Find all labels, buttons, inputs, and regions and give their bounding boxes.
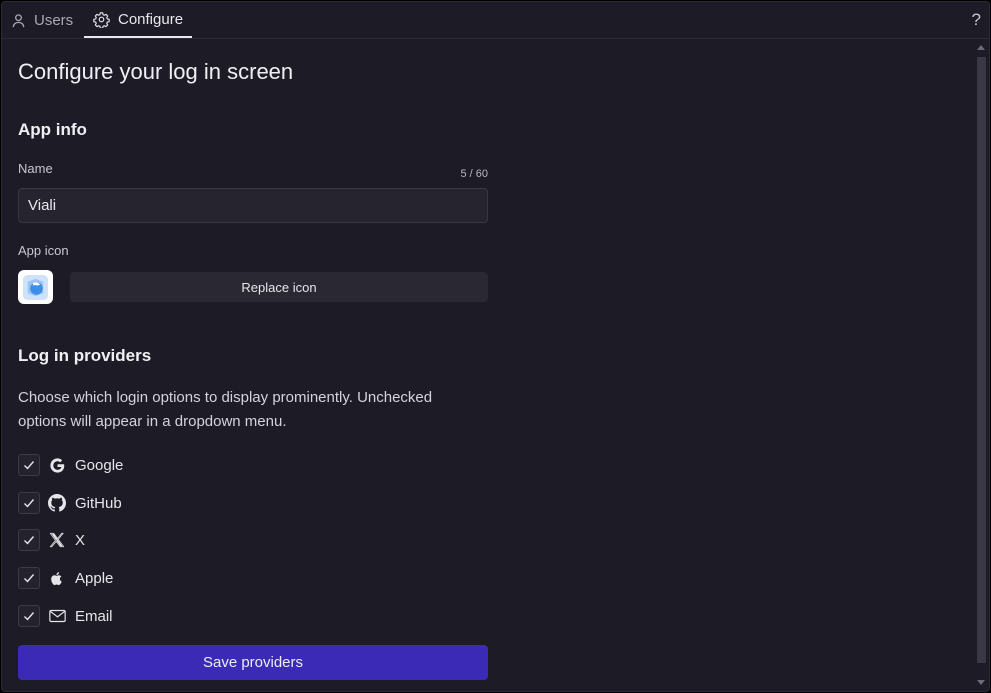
email-checkbox[interactable] [18,605,40,627]
check-icon [24,536,35,545]
save-providers-button[interactable]: Save providers [18,645,488,680]
scrollbar[interactable] [975,39,987,691]
provider-row-google: Google [18,453,123,477]
app-icon-preview [18,270,53,304]
apple-icon [48,569,66,587]
app-window: Users Configure ? Configure your log in … [1,1,990,692]
tab-users[interactable]: Users [11,2,73,38]
tab-bar: Users Configure ? [2,2,989,39]
providers-description: Choose which login options to display pr… [18,389,433,430]
page-title: Configure your log in screen [18,59,294,84]
scroll-up-arrow-icon[interactable] [977,45,985,50]
apple-checkbox[interactable] [18,567,40,589]
check-icon [24,574,35,583]
app-icon-label: App icon [18,243,69,258]
app-logo-icon [22,274,49,300]
check-icon [24,499,35,508]
user-icon [11,13,26,28]
providers-heading: Log in providers [18,346,152,365]
scroll-thumb[interactable] [977,57,986,663]
name-label: Name [18,161,53,176]
google-icon [48,456,66,474]
github-checkbox[interactable] [18,492,40,514]
replace-icon-button[interactable]: Replace icon [70,272,488,302]
x-checkbox[interactable] [18,529,40,551]
github-label: GitHub [75,494,122,512]
tab-users-label: Users [34,11,74,29]
app-info-heading: App info [18,120,87,139]
email-label: Email [75,607,113,625]
x-label: X [75,531,86,549]
x-icon [48,531,66,549]
tab-configure-label: Configure [118,10,184,28]
google-checkbox[interactable] [18,454,40,476]
scroll-down-arrow-icon[interactable] [977,680,985,685]
provider-row-email: Email [18,604,113,628]
check-icon [24,612,35,621]
apple-label: Apple [75,569,114,587]
provider-row-github: GitHub [18,491,122,515]
check-icon [24,461,35,470]
help-button[interactable]: ? [972,10,981,30]
name-char-counter: 5 / 60 [460,168,488,180]
gear-icon [93,11,110,28]
name-input[interactable] [18,188,488,223]
email-icon [48,607,66,625]
provider-row-apple: Apple [18,566,113,590]
tab-configure[interactable]: Configure [84,2,193,38]
google-label: Google [75,456,124,474]
provider-row-x: X [18,528,85,552]
github-icon [48,494,66,512]
